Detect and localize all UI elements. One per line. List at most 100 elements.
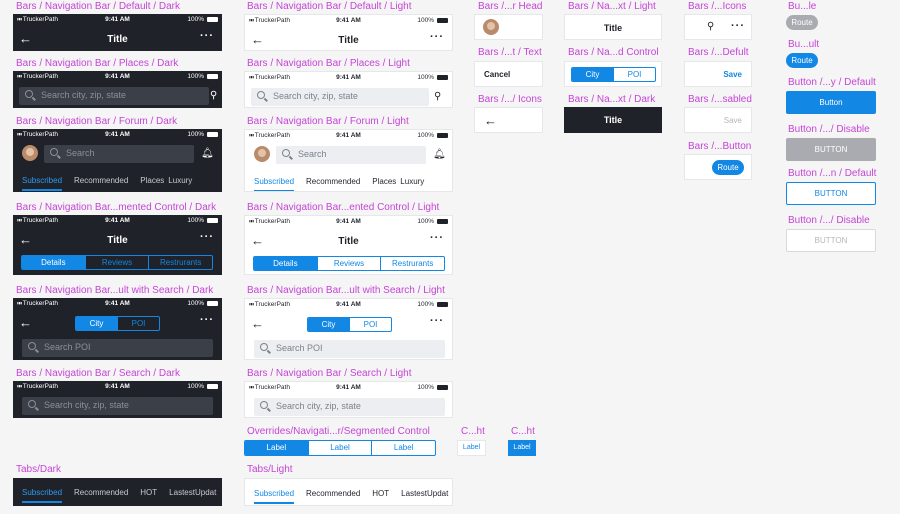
tab-hot[interactable]: HOT <box>372 489 389 504</box>
more-icon[interactable]: ··· <box>200 31 214 42</box>
avatar[interactable] <box>483 19 499 35</box>
tab-places[interactable]: Places <box>140 176 164 191</box>
outline-button[interactable]: BUTTON <box>786 182 876 205</box>
bell-icon[interactable]: 🔔︎ <box>433 149 446 160</box>
frame-label: Bars / Na...d Control <box>568 47 659 58</box>
segment-reviews[interactable]: Reviews <box>316 257 381 270</box>
frame-label: Bu...ult <box>788 39 820 50</box>
bell-icon[interactable]: 🔔︎ <box>201 148 214 159</box>
status-bar: TruckerPath 9:41 AM 100% <box>245 130 452 142</box>
battery-icon <box>207 17 218 22</box>
frame-label: Overrides/Navigati...r/Segmented Control <box>247 426 430 437</box>
battery-icon <box>207 132 218 137</box>
map-pin-list-icon[interactable]: ⚲ <box>434 91 441 102</box>
search-input[interactable]: Search city, zip, state <box>22 397 213 415</box>
more-icon[interactable]: ··· <box>430 316 444 327</box>
tab-subscribed[interactable]: Subscribed <box>22 176 63 191</box>
frame-label: Bars /...sabled <box>688 94 752 105</box>
search-input[interactable]: Search POI <box>254 340 445 358</box>
frame-label: Bars / Navigation Bar / Search / Light <box>247 368 412 379</box>
search-input[interactable]: Search city, zip, state <box>251 88 429 106</box>
frame-label: Bars / Navigation Bar / Forum / Light <box>247 116 409 127</box>
tab-bar: Subscribed Recommended Places Luxury <box>254 177 436 191</box>
status-bar: TruckerPath 9:41 AM 100% <box>245 382 452 394</box>
back-arrow-icon[interactable]: ← <box>19 316 32 329</box>
tabs-light: Subscribed Recommended HOT LastestUpdat <box>244 478 453 506</box>
avatar[interactable] <box>254 146 270 162</box>
tab-recommended[interactable]: Recommended <box>306 177 360 191</box>
segment-city[interactable]: City <box>308 318 349 331</box>
nav-title: Title <box>107 235 128 246</box>
tab-hot[interactable]: HOT <box>140 488 157 503</box>
tab-latest-update[interactable]: LastestUpdat <box>169 488 216 503</box>
status-bar: TruckerPath 9:41 AM 100% <box>245 15 452 27</box>
search-input[interactable]: Search <box>276 146 426 164</box>
battery-level: 100% <box>187 217 204 224</box>
tab-subscribed[interactable]: Subscribed <box>254 177 295 191</box>
route-button[interactable]: Route <box>712 160 744 175</box>
segment-label[interactable]: Label <box>245 441 308 455</box>
tab-luxury[interactable]: Luxury <box>168 176 192 191</box>
nav-bar-forum-light: TruckerPath 9:41 AM 100% Search 🔔︎ Subsc… <box>244 129 453 192</box>
tab-recommended[interactable]: Recommended <box>306 489 360 504</box>
segment-label[interactable]: Label <box>307 441 372 455</box>
back-arrow-icon[interactable]: ← <box>251 317 264 330</box>
segment-city[interactable]: City <box>76 317 117 330</box>
search-icon <box>50 148 58 156</box>
status-bar: TruckerPath 9:41 AM 100% <box>245 216 452 228</box>
avatar[interactable] <box>22 145 38 161</box>
more-icon[interactable]: ··· <box>200 315 214 326</box>
route-pill-button[interactable]: Route <box>786 53 818 68</box>
search-input[interactable]: Search city, zip, state <box>254 398 445 416</box>
segment-details[interactable]: Details <box>254 257 317 270</box>
more-icon[interactable]: ··· <box>430 233 444 244</box>
battery-icon <box>437 219 448 224</box>
frame-label: Bars / Na...xt / Light <box>568 1 656 12</box>
tab-recommended[interactable]: Recommended <box>74 488 128 503</box>
battery-level: 100% <box>187 300 204 307</box>
search-icon <box>260 401 268 409</box>
battery-level: 100% <box>417 384 434 391</box>
cancel-button[interactable]: Cancel <box>484 70 510 79</box>
frame-label: Bars / Navigation Bar / Places / Dark <box>16 58 179 69</box>
segment-restaurants[interactable]: Restrurants <box>148 256 212 269</box>
save-button-disabled: Save <box>723 116 742 125</box>
primary-button[interactable]: Button <box>786 91 876 114</box>
segment-restaurants[interactable]: Restrurants <box>380 257 444 270</box>
back-arrow-icon[interactable]: ← <box>484 113 497 128</box>
segment-label[interactable]: Label <box>371 441 435 455</box>
more-icon[interactable]: ··· <box>731 20 745 32</box>
tab-latest-update[interactable]: LastestUpdat <box>401 489 448 504</box>
segment-poi[interactable]: POI <box>349 318 391 331</box>
more-icon[interactable]: ··· <box>430 32 444 43</box>
search-input[interactable]: Search <box>44 145 194 163</box>
nav-title: Title <box>338 236 359 247</box>
search-input[interactable]: Search POI <box>22 339 213 357</box>
tab-bar: Subscribed Recommended HOT LastestUpdat <box>22 488 222 503</box>
segment-details[interactable]: Details <box>22 256 85 269</box>
segment-city[interactable]: City <box>572 68 613 81</box>
status-bar: TruckerPath 9:41 AM 100% <box>13 129 222 141</box>
map-pin-list-icon[interactable]: ⚲ <box>210 90 217 101</box>
status-bar: TruckerPath 9:41 AM 100% <box>13 381 222 393</box>
segment-cell-light[interactable]: Label <box>457 440 486 456</box>
tab-subscribed[interactable]: Subscribed <box>254 489 295 504</box>
battery-icon <box>437 18 448 23</box>
save-button[interactable]: Save <box>723 70 742 79</box>
outline-button-disabled: BUTTON <box>786 229 876 252</box>
search-placeholder: Search city, zip, state <box>273 91 358 101</box>
map-pin-list-icon[interactable]: ⚲ <box>707 21 714 32</box>
nav-route-button: Route <box>684 154 752 180</box>
tab-subscribed[interactable]: Subscribed <box>22 488 63 503</box>
tab-places[interactable]: Places <box>372 177 396 191</box>
frame-label: Bars / Navigation Bar / Search / Dark <box>16 368 180 379</box>
segment-poi[interactable]: POI <box>613 68 655 81</box>
tab-recommended[interactable]: Recommended <box>74 176 128 191</box>
tab-luxury[interactable]: Luxury <box>400 177 424 191</box>
segment-cell-selected[interactable]: Label <box>508 440 536 456</box>
search-input[interactable]: Search city, zip, state <box>19 87 209 105</box>
more-icon[interactable]: ··· <box>200 232 214 243</box>
segment-reviews[interactable]: Reviews <box>84 256 149 269</box>
frame-label: Bars /...t / Text <box>478 47 542 58</box>
segment-poi[interactable]: POI <box>117 317 159 330</box>
